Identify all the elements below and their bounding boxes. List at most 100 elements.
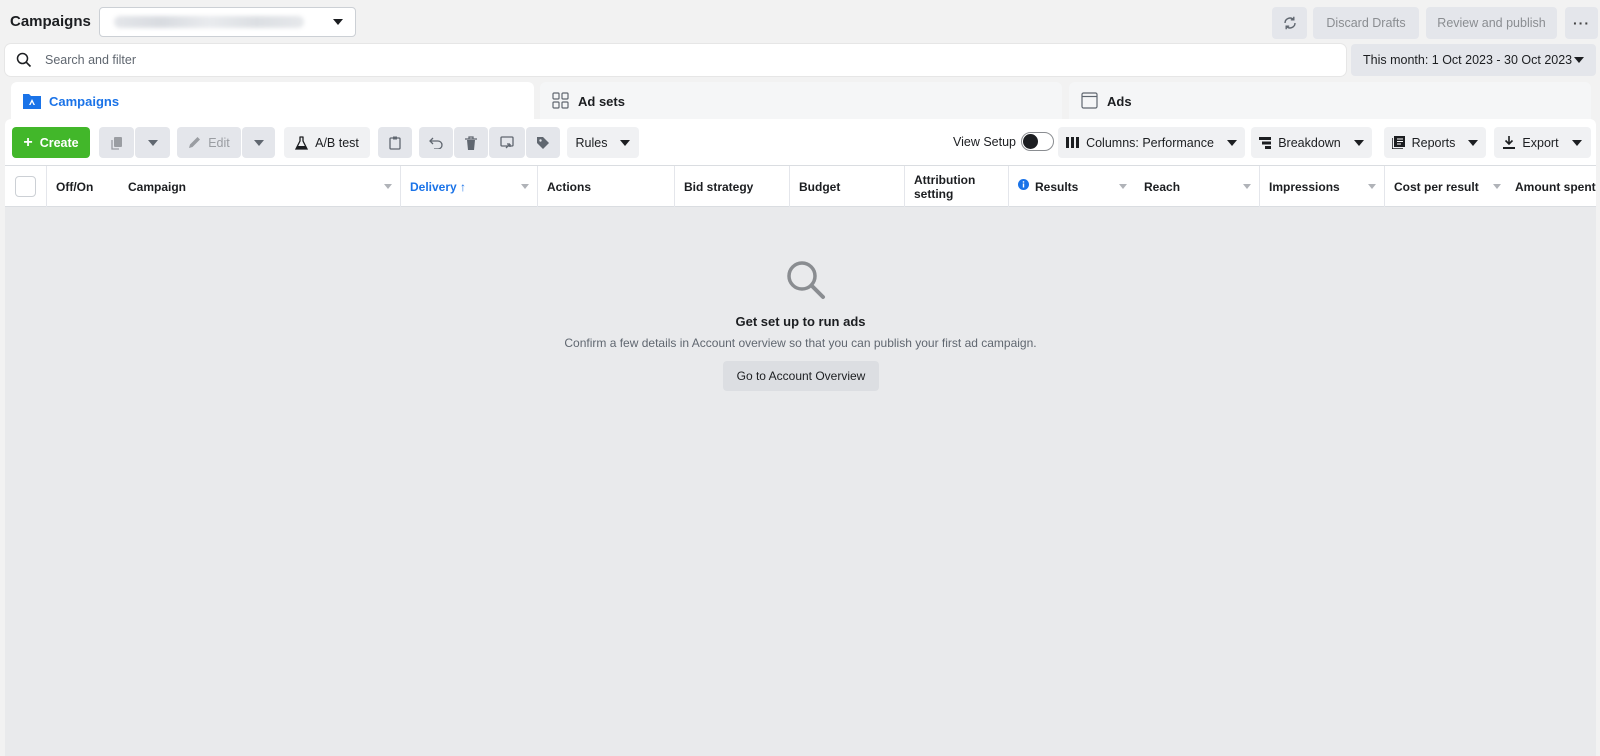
sort-caret-icon[interactable] xyxy=(1243,184,1251,189)
tag-button[interactable] xyxy=(526,127,560,158)
select-all-checkbox[interactable] xyxy=(15,176,36,197)
chevron-down-icon xyxy=(1571,139,1582,146)
duplicate-dropdown-button[interactable] xyxy=(135,127,170,158)
search-icon xyxy=(16,52,32,68)
column-label: Budget xyxy=(799,180,841,194)
date-range-picker[interactable]: This month: 1 Oct 2023 - 30 Oct 2023 xyxy=(1351,44,1596,76)
reports-icon xyxy=(1391,136,1405,149)
breakdown-button[interactable]: Breakdown xyxy=(1251,127,1372,158)
chevron-down-icon xyxy=(253,139,264,146)
column-label: Reach xyxy=(1144,180,1181,194)
review-publish-button[interactable]: Review and publish xyxy=(1426,7,1557,39)
column-header-impressions[interactable]: Impressions xyxy=(1260,166,1385,207)
create-label: Create xyxy=(39,135,79,150)
breakdown-icon xyxy=(1259,136,1272,149)
edit-dropdown-button[interactable] xyxy=(242,127,275,158)
tab-ads[interactable]: Ads xyxy=(1069,82,1591,122)
ad-window-icon xyxy=(1081,92,1098,109)
more-options-button[interactable]: ··· xyxy=(1565,7,1598,39)
share-preview-icon xyxy=(499,136,514,149)
column-header-bid-strategy[interactable]: Bid strategy xyxy=(675,166,790,207)
ab-test-button[interactable]: A/B test xyxy=(284,127,370,158)
search-filter-bar[interactable]: Search and filter xyxy=(5,44,1346,76)
view-setup-toggle[interactable] xyxy=(1021,132,1054,151)
column-header-actions[interactable]: Actions xyxy=(538,166,675,207)
sort-caret-icon[interactable] xyxy=(384,184,392,189)
columns-button[interactable]: Columns: Performance xyxy=(1058,127,1245,158)
export-to-draft-button[interactable] xyxy=(489,127,525,158)
delete-button[interactable] xyxy=(454,127,488,158)
chevron-down-icon xyxy=(147,139,158,146)
breakdown-label: Breakdown xyxy=(1278,135,1341,150)
chevron-down-icon xyxy=(1468,139,1479,146)
account-selector[interactable] xyxy=(99,7,356,37)
download-icon xyxy=(1503,136,1516,149)
campaign-toolbar: + Create Edit A/B test Rules View Setup xyxy=(5,119,1596,165)
column-header-cost-per-result[interactable]: Cost per result xyxy=(1385,166,1509,207)
search-input[interactable]: Search and filter xyxy=(45,53,136,67)
info-icon[interactable] xyxy=(1018,179,1029,190)
clipboard-icon xyxy=(389,136,401,150)
column-label: Results xyxy=(1035,180,1079,194)
reports-label: Reports xyxy=(1411,135,1456,150)
empty-state-description: Confirm a few details in Account overvie… xyxy=(564,336,1037,350)
clipboard-button[interactable] xyxy=(378,127,412,158)
export-button[interactable]: Export xyxy=(1494,127,1591,158)
pencil-icon xyxy=(189,137,201,148)
column-header-delivery[interactable]: Delivery ↑ xyxy=(401,166,538,207)
edit-label: Edit xyxy=(208,135,230,150)
column-label: Attribution setting xyxy=(914,173,976,201)
sort-caret-icon[interactable] xyxy=(1493,184,1501,189)
columns-icon xyxy=(1066,137,1080,148)
top-bar: Campaigns Discard Drafts Review and publ… xyxy=(0,0,1600,44)
undo-icon xyxy=(429,137,443,149)
duplicate-button[interactable] xyxy=(99,127,134,158)
toggle-knob xyxy=(1023,134,1038,149)
tab-campaigns[interactable]: Campaigns xyxy=(11,82,534,122)
chevron-down-icon xyxy=(1353,139,1364,146)
column-header-reach[interactable]: Reach xyxy=(1135,166,1260,207)
tab-label: Campaigns xyxy=(49,94,120,109)
sort-caret-icon[interactable] xyxy=(1119,184,1127,189)
account-name-redacted xyxy=(114,16,304,28)
columns-label: Columns: Performance xyxy=(1086,135,1214,150)
undo-button[interactable] xyxy=(419,127,453,158)
discard-drafts-button[interactable]: Discard Drafts xyxy=(1313,7,1419,39)
reports-button[interactable]: Reports xyxy=(1384,127,1486,158)
refresh-button[interactable] xyxy=(1272,7,1307,39)
plus-icon: + xyxy=(23,133,33,151)
rules-button[interactable]: Rules xyxy=(567,127,639,158)
column-header-attribution-setting[interactable]: Attribution setting xyxy=(905,166,1009,207)
column-header-campaign[interactable]: Campaign xyxy=(119,166,401,207)
column-label: Amount spent xyxy=(1515,180,1596,194)
column-label: Actions xyxy=(547,180,592,194)
column-label: Campaign xyxy=(128,180,187,194)
sort-caret-icon[interactable] xyxy=(521,184,529,189)
edit-button[interactable]: Edit xyxy=(177,127,241,158)
date-range-label: This month: 1 Oct 2023 - 30 Oct 2023 xyxy=(1363,53,1573,67)
column-label: Off/On xyxy=(56,180,94,194)
chevron-down-icon xyxy=(620,139,631,146)
empty-state: Get set up to run ads Confirm a few deta… xyxy=(5,207,1596,756)
tag-icon xyxy=(537,136,549,149)
create-button[interactable]: + Create xyxy=(12,127,90,158)
rules-label: Rules xyxy=(575,135,608,150)
ad-sets-grid-icon xyxy=(552,92,569,109)
sort-caret-icon[interactable] xyxy=(1368,184,1376,189)
column-label: Delivery ↑ xyxy=(410,180,467,194)
refresh-icon xyxy=(1283,16,1296,30)
go-to-account-overview-button[interactable]: Go to Account Overview xyxy=(723,361,879,391)
column-header-off-on[interactable]: Off/On xyxy=(47,166,119,207)
column-header-budget[interactable]: Budget xyxy=(790,166,905,207)
chevron-down-icon xyxy=(1226,139,1237,146)
chevron-down-icon xyxy=(1574,57,1584,63)
magnifier-icon xyxy=(787,261,825,299)
column-header-amount-spent[interactable]: Amount spent xyxy=(1509,166,1596,207)
column-header-results[interactable]: Results xyxy=(1009,166,1135,207)
tab-ad-sets[interactable]: Ad sets xyxy=(540,82,1062,122)
empty-state-title: Get set up to run ads xyxy=(735,314,866,329)
column-label: Bid strategy xyxy=(684,180,754,194)
table-header: Off/On Campaign Delivery ↑ Actions Bid s… xyxy=(5,165,1596,207)
select-all-cell xyxy=(5,166,47,207)
flask-icon xyxy=(295,135,309,150)
